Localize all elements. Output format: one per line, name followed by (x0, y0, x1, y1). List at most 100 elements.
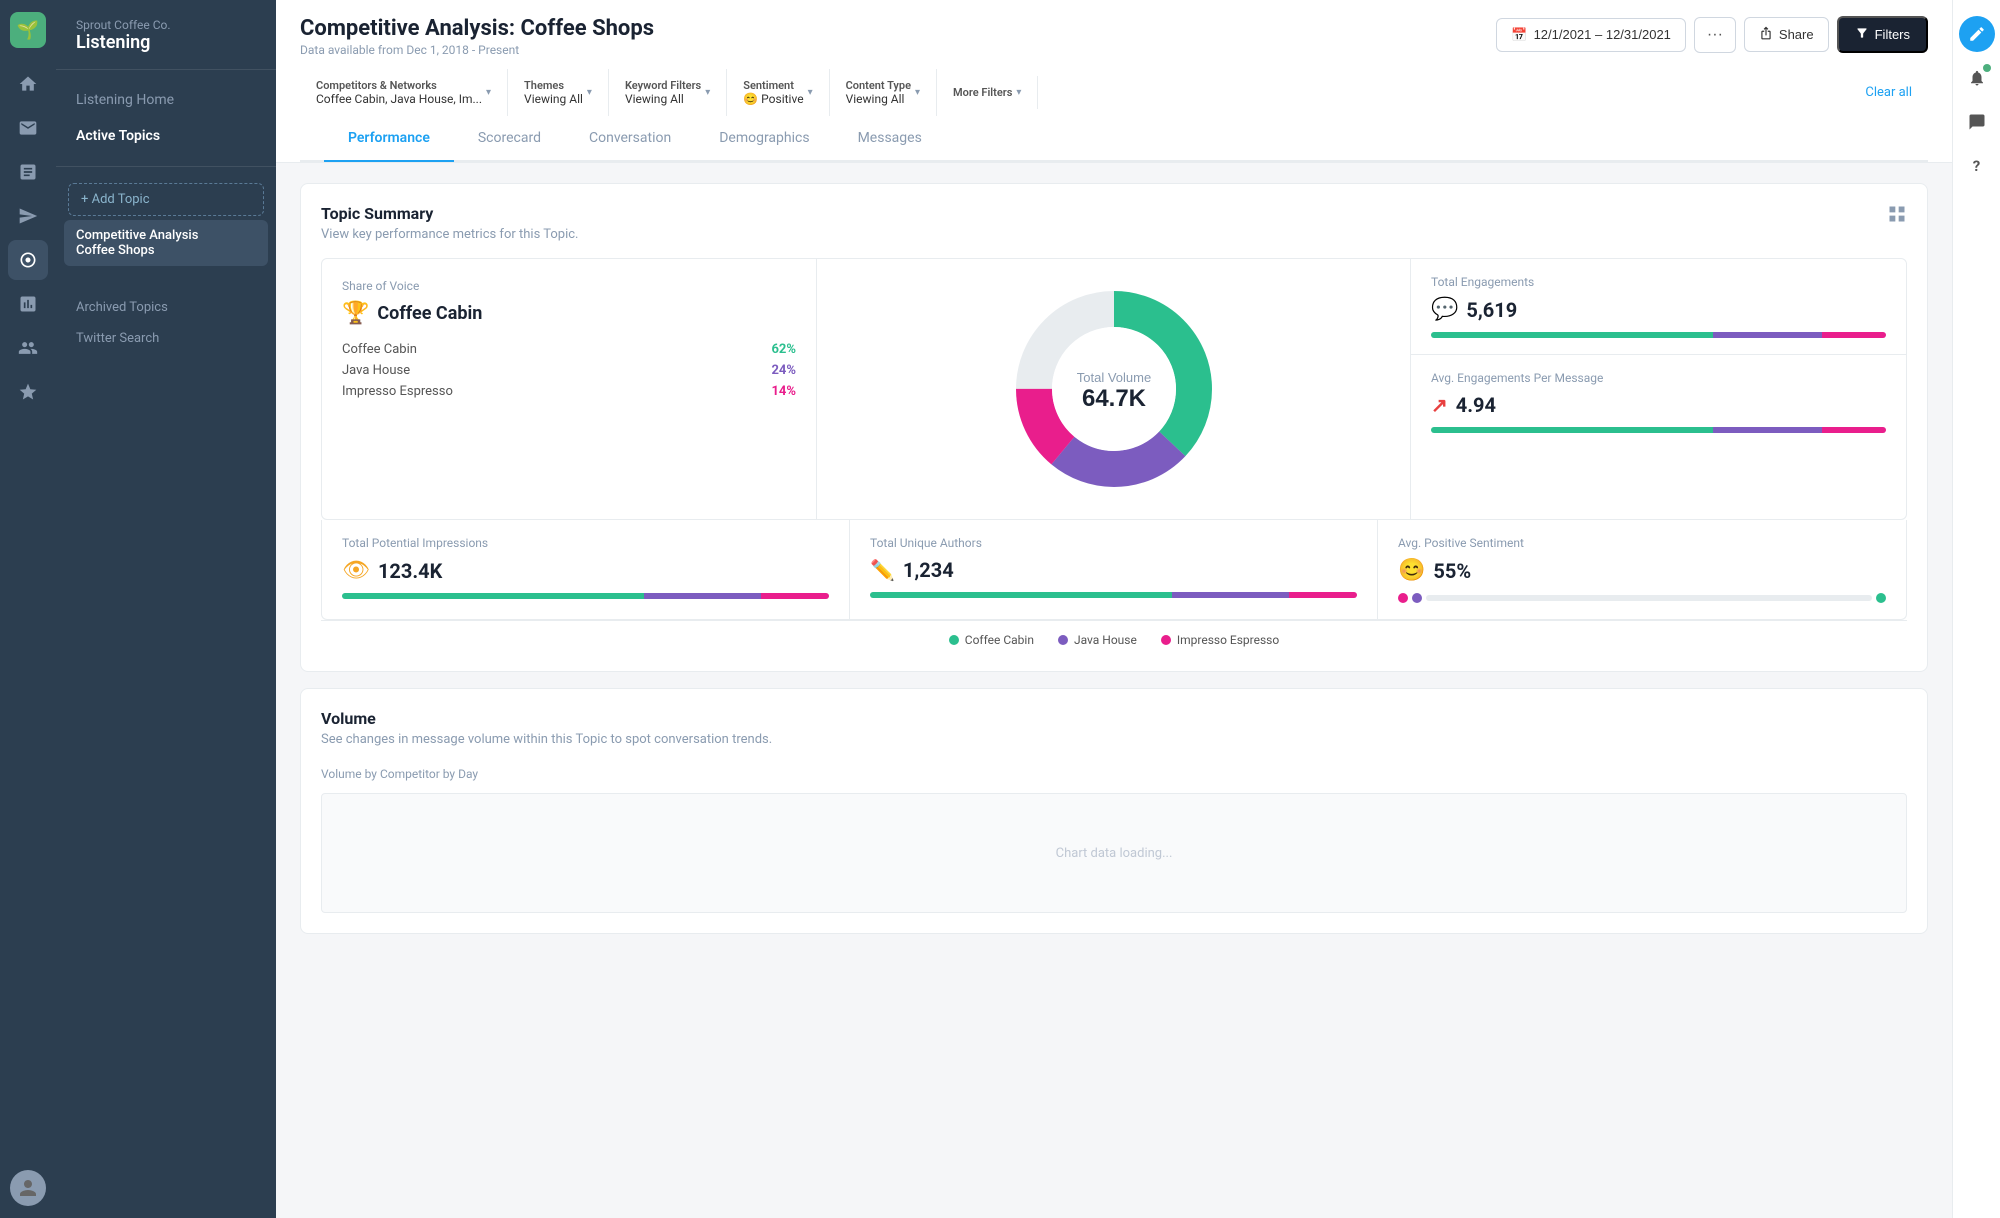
auth-value-row: ✏️ 1,234 (870, 558, 1357, 582)
add-topic-button[interactable]: + Add Topic (68, 183, 264, 216)
pb-teal (1431, 332, 1713, 338)
sent-label: Avg. Positive Sentiment (1398, 536, 1886, 550)
te-value: 5,619 (1466, 298, 1517, 322)
date-range-button[interactable]: 📅 12/1/2021 – 12/31/2021 (1496, 18, 1686, 52)
filter-content-type[interactable]: Content Type Viewing All ▾ (830, 69, 937, 116)
sov-label: Share of Voice (342, 279, 796, 293)
filters-button[interactable]: Filters (1837, 16, 1928, 53)
nav-reports-icon[interactable] (8, 284, 48, 324)
tab-demographics[interactable]: Demographics (695, 116, 833, 162)
messages-button[interactable] (1959, 104, 1995, 140)
volume-chart-placeholder: Chart data loading... (321, 793, 1907, 913)
ae-progress-bar (1431, 427, 1886, 433)
filter-more[interactable]: More Filters ▾ (937, 76, 1038, 109)
winner-name: Coffee Cabin (377, 303, 482, 324)
tab-messages[interactable]: Messages (834, 116, 946, 162)
sentiment-bar (1398, 593, 1886, 603)
date-range-label: 12/1/2021 – 12/31/2021 (1534, 27, 1671, 42)
tab-scorecard[interactable]: Scorecard (454, 116, 565, 162)
trophy-icon: 🏆 (342, 301, 369, 326)
notifications-button[interactable] (1959, 60, 1995, 96)
te-value-row: 💬 5,619 (1431, 297, 1886, 322)
total-engagements-metric: Total Engagements 💬 5,619 (1411, 259, 1906, 355)
auth-progress-bar (870, 592, 1357, 598)
donut-chart-panel: Total Volume 64.7K (817, 259, 1411, 519)
tab-performance[interactable]: Performance (324, 116, 454, 162)
help-button[interactable]: ? (1959, 148, 1995, 184)
bottom-metrics-row: Total Potential Impressions 👁 123.4K Tot… (321, 520, 1907, 620)
sent-dot-3 (1876, 593, 1886, 603)
nav-inbox-icon[interactable] (8, 108, 48, 148)
nav-listening-icon[interactable] (8, 240, 48, 280)
pb-teal (342, 593, 644, 599)
clear-all-button[interactable]: Clear all (1849, 75, 1928, 110)
pb-teal (1431, 427, 1713, 433)
pb-purple (1713, 427, 1822, 433)
filter-keywords[interactable]: Keyword Filters Viewing All ▾ (609, 69, 727, 116)
legend-label-3: Impresso Espresso (1177, 633, 1279, 647)
nav-advocacy-icon[interactable] (8, 372, 48, 412)
filter-bar: Competitors & Networks Coffee Cabin, Jav… (300, 69, 1928, 116)
grid-view-icon[interactable] (1887, 204, 1907, 229)
chevron-down-icon: ▾ (915, 87, 920, 98)
volume-title: Volume (321, 709, 1907, 728)
top-header: Competitive Analysis: Coffee Shops Data … (276, 0, 1952, 163)
competitor-name-1: Coffee Cabin (342, 342, 417, 357)
page-subtitle: Data available from Dec 1, 2018 - Presen… (300, 43, 654, 57)
share-of-voice-panel: Share of Voice 🏆 Coffee Cabin Coffee Cab… (322, 259, 817, 519)
competitor-pct-1: 62% (771, 342, 796, 357)
nav-publish-icon[interactable] (8, 196, 48, 236)
sent-bar-empty (1426, 595, 1872, 601)
topic-summary-title: Topic Summary (321, 204, 579, 223)
pb-pink (761, 593, 829, 599)
chevron-down-icon: ▾ (808, 87, 813, 98)
content-area: Topic Summary View key performance metri… (276, 163, 1952, 1218)
nav-home-icon[interactable] (8, 64, 48, 104)
topic-summary-subtitle: View key performance metrics for this To… (321, 227, 579, 242)
tab-conversation[interactable]: Conversation (565, 116, 695, 162)
te-label: Total Engagements (1431, 275, 1886, 289)
filter-competitors[interactable]: Competitors & Networks Coffee Cabin, Jav… (300, 69, 508, 116)
competitor-name-2: Java House (342, 363, 410, 378)
share-button[interactable]: Share (1744, 17, 1829, 52)
filter-sentiment-label: Sentiment 😊 Positive (743, 79, 803, 106)
sidebar-topic-competitive[interactable]: Competitive Analysis Coffee Shops (64, 220, 268, 266)
sidebar-item-active-topics[interactable]: Active Topics (56, 118, 276, 154)
legend-impresso: Impresso Espresso (1161, 633, 1279, 647)
smile-icon: 😊 (1398, 558, 1425, 583)
impressions-metric: Total Potential Impressions 👁 123.4K (322, 520, 850, 619)
ae-label: Avg. Engagements Per Message (1431, 371, 1886, 385)
compose-button[interactable] (1959, 16, 1995, 52)
legend-coffee-cabin: Coffee Cabin (949, 633, 1034, 647)
sidebar-item-listening-home[interactable]: Listening Home (56, 82, 276, 118)
competitor-pct-2: 24% (771, 363, 796, 378)
filter-themes[interactable]: Themes Viewing All ▾ (508, 69, 609, 116)
imp-label: Total Potential Impressions (342, 536, 829, 550)
main-content: Competitive Analysis: Coffee Shops Data … (276, 0, 1952, 1218)
pb-pink (1289, 592, 1357, 598)
competitor-name-3: Impresso Espresso (342, 384, 453, 399)
filter-more-label: More Filters (953, 86, 1012, 99)
right-metrics-panel: Total Engagements 💬 5,619 Avg (1411, 259, 1906, 519)
user-avatar[interactable] (10, 1170, 46, 1206)
page-title-row: Competitive Analysis: Coffee Shops Data … (300, 16, 1928, 57)
nav-tasks-icon[interactable] (8, 152, 48, 192)
sentiment-metric: Avg. Positive Sentiment 😊 55% (1378, 520, 1906, 619)
sidebar-item-twitter[interactable]: Twitter Search (56, 323, 276, 354)
donut-chart: Total Volume 64.7K (1004, 279, 1224, 499)
filter-content-type-label: Content Type Viewing All (846, 79, 911, 106)
legend-dot-pink (1161, 635, 1171, 645)
filter-sentiment[interactable]: Sentiment 😊 Positive ▾ (727, 69, 829, 116)
product-name: Listening (76, 32, 256, 53)
legend-row: Coffee Cabin Java House Impresso Espress… (321, 620, 1907, 651)
ae-value-row: ↗ 4.94 (1431, 393, 1886, 417)
nav-social-icon[interactable] (8, 328, 48, 368)
svg-text:Total Volume: Total Volume (1076, 370, 1150, 385)
chevron-down-icon: ▾ (587, 87, 592, 98)
more-options-button[interactable]: ··· (1694, 17, 1736, 53)
svg-text:64.7K: 64.7K (1081, 385, 1146, 412)
share-icon (1759, 26, 1773, 43)
pb-pink (1822, 427, 1886, 433)
sidebar-item-archived[interactable]: Archived Topics (56, 292, 276, 323)
sidebar-archived-section: Archived Topics Twitter Search (56, 280, 276, 366)
